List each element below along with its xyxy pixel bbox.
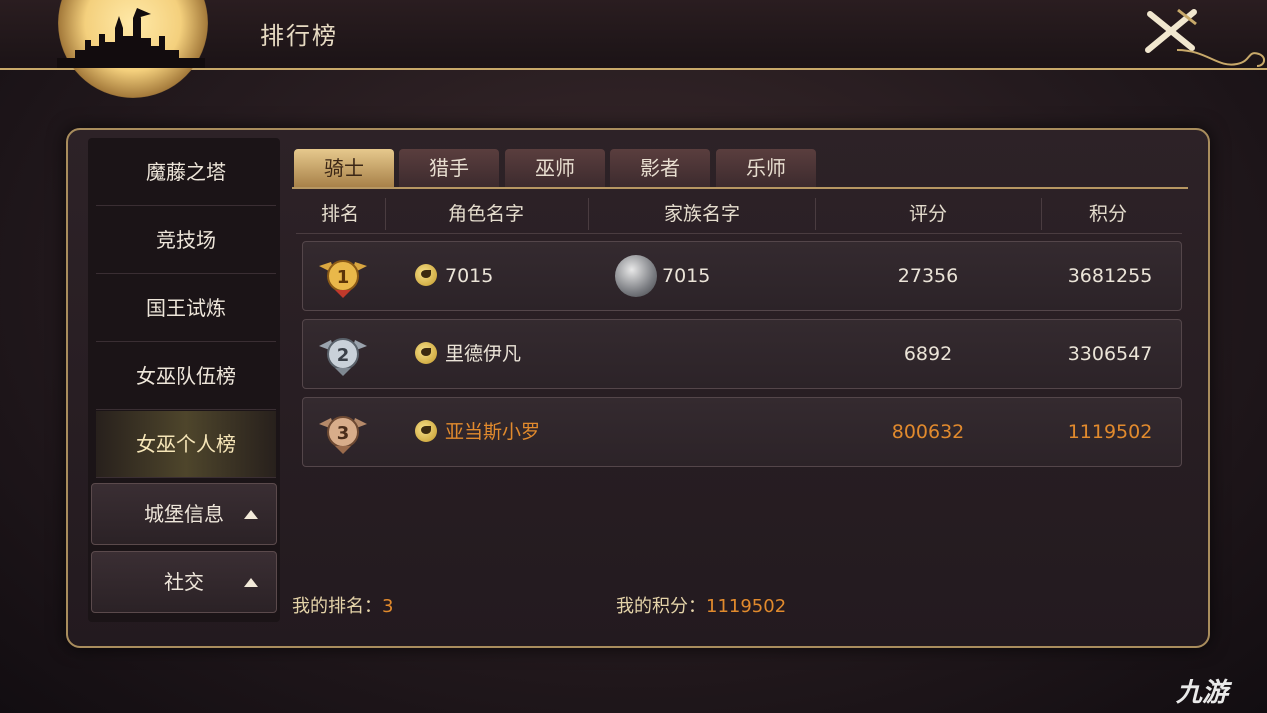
triangle-up-icon [244,578,258,587]
table-row[interactable]: 2 里德伊凡 6892 3306547 [302,319,1182,389]
tab-musician[interactable]: 乐师 [716,149,816,187]
castle-info-button[interactable]: 城堡信息 [91,483,277,545]
rank-number: 2 [337,345,350,366]
character-name: 亚当斯小罗 [445,421,541,443]
social-label: 社交 [164,570,204,594]
points-value: 1119502 [1067,421,1153,443]
sidebar-item-king-trial[interactable]: 国王试炼 [96,275,276,342]
my-rank-label: 我的排名： [292,596,382,617]
tab-underline [292,187,1188,189]
gold-medal-icon: 1 [319,260,367,298]
watermark-logo: 九游 [1176,678,1229,708]
family-emblem-icon [615,255,657,297]
table-row-self[interactable]: 3 亚当斯小罗 800632 1119502 [302,397,1182,467]
my-rank-value: 3 [382,596,394,617]
column-header-family: 家族名字 [663,203,740,225]
sidebar-item-tower[interactable]: 魔藤之塔 [96,139,276,206]
my-points-label: 我的积分： [616,596,706,617]
triangle-up-icon [244,510,258,519]
score-value: 6892 [903,343,953,365]
class-icon [415,342,437,364]
castle-info-label: 城堡信息 [144,502,224,526]
bronze-medal-icon: 3 [319,416,367,454]
ornament-icon [1177,49,1265,67]
points-value: 3306547 [1067,343,1153,365]
table-row[interactable]: 1 7015 7015 27356 3681255 [302,241,1182,311]
class-icon [415,420,437,442]
my-rank: 我的排名：3 [292,592,393,618]
tab-hunter[interactable]: 猎手 [399,149,499,187]
tab-shadow[interactable]: 影者 [610,149,710,187]
page-title: 排行榜 [260,22,338,50]
sidebar-item-witch-team[interactable]: 女巫队伍榜 [96,343,276,410]
my-points-value: 1119502 [706,596,787,617]
column-divider [588,198,589,230]
my-points: 我的积分：1119502 [616,592,786,618]
tab-knight[interactable]: 骑士 [294,149,394,187]
column-header-character: 角色名字 [447,203,524,225]
points-value: 3681255 [1067,265,1153,287]
sidebar-item-witch-personal[interactable]: 女巫个人榜 [96,411,276,478]
rank-number: 3 [337,423,350,444]
top-bar: 排行榜 [0,0,1267,98]
family-name: 7015 [662,265,711,287]
column-header-points: 积分 [1088,203,1127,225]
rank-number: 1 [337,267,350,288]
header-divider [296,233,1182,234]
character-name: 7015 [445,265,494,287]
character-name: 里德伊凡 [445,343,522,365]
class-icon [415,264,437,286]
column-header-score: 评分 [908,203,947,225]
score-value: 27356 [897,265,959,287]
social-button[interactable]: 社交 [91,551,277,613]
column-header-rank: 排名 [320,203,359,225]
castle-icon [57,8,205,68]
silver-medal-icon: 2 [319,338,367,376]
tab-wizard[interactable]: 巫师 [505,149,605,187]
score-value: 800632 [891,421,965,443]
sidebar-item-arena[interactable]: 竞技场 [96,207,276,274]
